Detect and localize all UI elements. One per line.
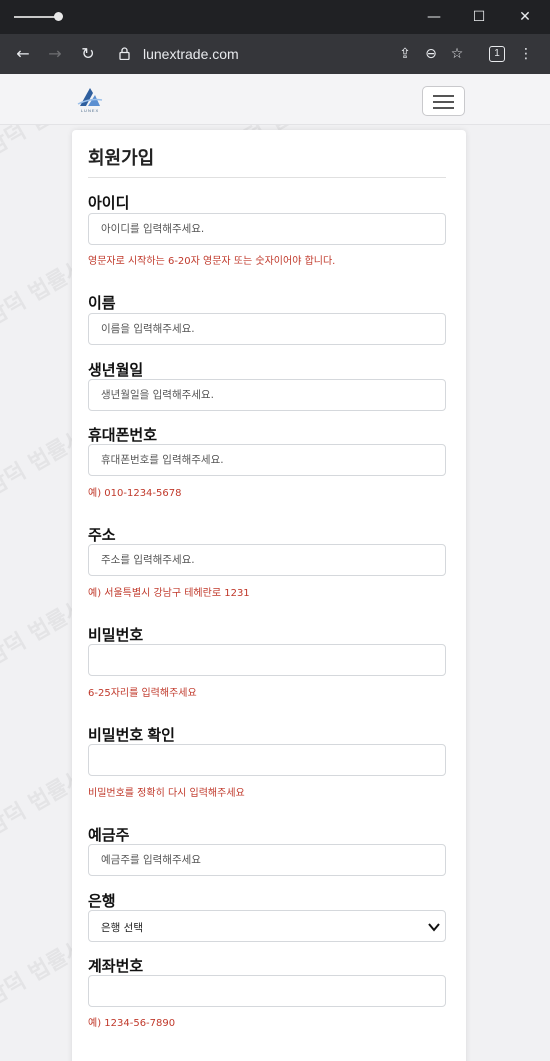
menu-kebab-icon[interactable]: ⋮ xyxy=(515,43,537,65)
address-hint: 예) 서울특별시 강남구 테헤란로 1231 xyxy=(88,588,250,599)
lunex-logo-icon xyxy=(77,88,103,106)
zoom-out-icon[interactable]: ⊖ xyxy=(420,43,442,65)
password-confirm-hint: 비밀번호를 정확히 다시 입력해주세요 xyxy=(88,788,245,799)
account-label: 계좌번호 xyxy=(88,958,144,975)
userid-label: 아이디 xyxy=(88,195,130,212)
title-divider xyxy=(88,177,446,178)
phone-hint: 예) 010-1234-5678 xyxy=(88,488,182,499)
page-viewport: 담덕 법률사무소 담덕 법률사무소 담덕 법률사무소 담덕 법률사무소 담덕 법… xyxy=(0,74,550,1061)
hamburger-menu-button[interactable] xyxy=(422,86,465,116)
bank-label: 은행 xyxy=(88,893,116,910)
back-arrow-icon[interactable]: ← xyxy=(12,43,34,65)
name-label: 이름 xyxy=(88,295,116,312)
account-input[interactable] xyxy=(88,975,446,1007)
share-icon[interactable]: ⇪ xyxy=(394,43,416,65)
depositor-label: 예금주 xyxy=(88,827,130,844)
password-hint: 6-25자리를 입력해주세요 xyxy=(88,688,197,699)
minimize-icon[interactable]: — xyxy=(425,8,443,26)
chevron-down-icon xyxy=(428,923,440,932)
password-label: 비밀번호 xyxy=(88,627,144,644)
name-input[interactable] xyxy=(88,313,446,345)
lock-icon xyxy=(119,47,130,60)
maximize-icon[interactable]: ☐ xyxy=(470,8,488,26)
page-title: 회원가입 xyxy=(88,148,155,168)
bank-select-value: 은행 선택 xyxy=(101,922,143,934)
window-titlebar: — ☐ ✕ xyxy=(0,0,550,34)
password-confirm-input[interactable] xyxy=(88,744,446,776)
phone-label: 휴대폰번호 xyxy=(88,427,158,444)
password-confirm-label: 비밀번호 확인 xyxy=(88,727,175,744)
password-input[interactable] xyxy=(88,644,446,676)
phone-input[interactable] xyxy=(88,444,446,476)
tab-count-button[interactable]: 1 xyxy=(489,46,505,62)
media-progress-handle[interactable] xyxy=(54,12,63,21)
address-label: 주소 xyxy=(88,527,116,544)
userid-input[interactable] xyxy=(88,213,446,245)
reload-icon[interactable]: ↻ xyxy=(77,43,99,65)
birth-input[interactable] xyxy=(88,379,446,411)
userid-hint: 영문자로 시작하는 6-20자 영문자 또는 숫자이어야 합니다. xyxy=(88,256,336,267)
close-icon[interactable]: ✕ xyxy=(516,8,534,26)
site-header: LUNEX xyxy=(0,74,550,125)
logo-wordmark: LUNEX xyxy=(80,108,100,113)
bank-select[interactable]: 은행 선택 xyxy=(88,910,446,942)
signup-form-card: 회원가입 아이디 영문자로 시작하는 6-20자 영문자 또는 숫자이어야 합니… xyxy=(72,130,466,1061)
account-hint: 예) 1234-56-7890 xyxy=(88,1018,176,1029)
browser-toolbar: ← → ↻ lunextrade.com ⇪ ⊖ ☆ 1 ⋮ xyxy=(0,34,550,74)
address-input[interactable] xyxy=(88,544,446,576)
address-bar[interactable]: lunextrade.com xyxy=(143,44,239,64)
site-logo[interactable]: LUNEX xyxy=(74,84,106,116)
depositor-input[interactable] xyxy=(88,844,446,876)
forward-arrow-icon[interactable]: → xyxy=(44,43,66,65)
bookmark-star-icon[interactable]: ☆ xyxy=(446,43,468,65)
birth-label: 생년월일 xyxy=(88,362,144,379)
